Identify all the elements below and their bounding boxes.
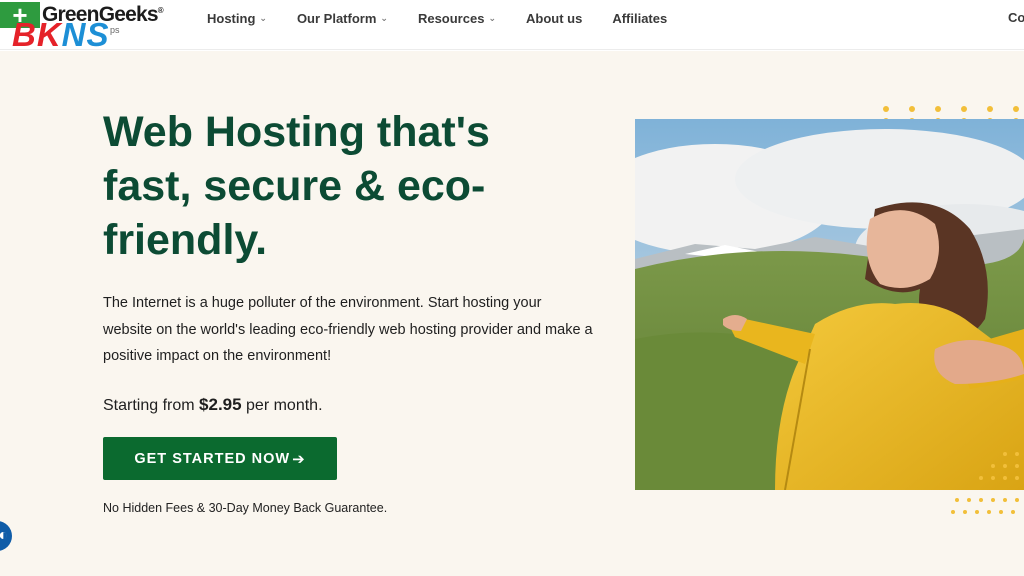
nav-item-resources[interactable]: Resources ⌄ [418, 11, 496, 26]
bkns-watermark: BKNS [12, 16, 110, 53]
decorative-dots-bottom [951, 452, 1019, 514]
site-header: + GreenGeeks® ps BKNS Hosting ⌄ Our Platf… [0, 0, 1024, 61]
get-started-button[interactable]: GET STARTED NOW ➔ [103, 437, 337, 480]
hero-description: The Internet is a huge polluter of the e… [103, 295, 593, 364]
woman-in-field-image [635, 119, 1024, 490]
chevron-down-icon: ⌄ [488, 12, 496, 23]
arrow-right-icon: ➔ [292, 450, 306, 468]
hero-section: Web Hosting that's fast, secure & eco-fr… [0, 51, 1024, 576]
nav-item-affiliates[interactable]: Affiliates [612, 11, 667, 26]
hero-photo [635, 119, 1024, 490]
nav-item-our-platform[interactable]: Our Platform ⌄ [297, 11, 388, 26]
hero-title: Web Hosting that's fast, secure & eco-fr… [103, 108, 490, 264]
price-value: $2.95 [199, 395, 242, 414]
guarantee-text: No Hidden Fees & 30-Day Money Back Guara… [103, 501, 388, 515]
nav-item-about-us[interactable]: About us [526, 11, 582, 26]
main-nav: Hosting ⌄ Our Platform ⌄ Resources ⌄ About … [207, 0, 697, 36]
accessibility-icon[interactable]: ◐ [0, 521, 12, 551]
chevron-down-icon: ⌄ [259, 12, 267, 23]
nav-item-hosting[interactable]: Hosting ⌄ [207, 11, 267, 26]
nav-item-contact[interactable]: Co [1008, 10, 1024, 25]
chevron-down-icon: ⌄ [380, 12, 388, 23]
starting-price: Starting from $2.95 per month. [103, 395, 323, 414]
logo-subtext: ps [110, 25, 120, 35]
